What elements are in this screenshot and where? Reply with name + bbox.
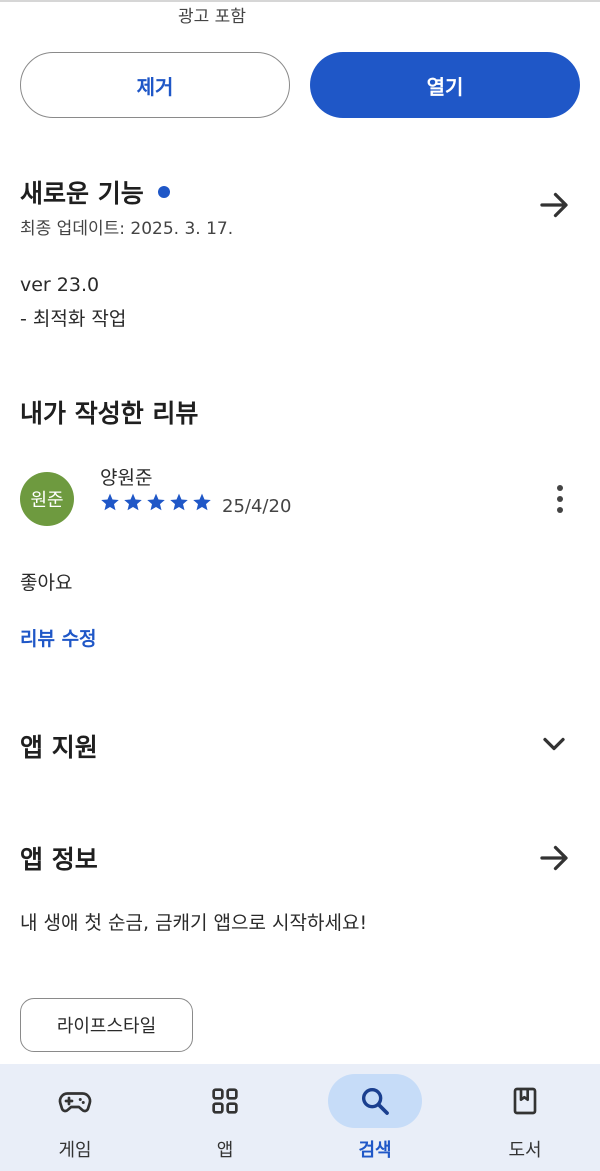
nav-label: 게임 — [58, 1140, 92, 1161]
release-note-line: ver 23.0 — [20, 274, 100, 296]
release-note-line: - 최적화 작업 — [20, 308, 127, 330]
app-description: 내 생애 첫 순금, 금캐기 앱으로 시작하세요! — [20, 912, 368, 934]
my-review-title: 내가 작성한 리뷰 — [20, 399, 199, 428]
top-divider — [0, 0, 600, 2]
bottom-navigation: 게임 앱 검색 도서 — [0, 1064, 600, 1171]
new-indicator-dot — [157, 186, 170, 198]
reviewer-name: 양원준 — [100, 467, 153, 489]
chevron-down-icon[interactable] — [536, 726, 572, 762]
apps-grid-icon — [212, 1088, 238, 1114]
release-notes: ver 23.0 - 최적화 작업 — [20, 268, 126, 336]
app-support-title[interactable]: 앱 지원 — [20, 728, 98, 764]
edit-review-link[interactable]: 리뷰 수정 — [20, 624, 97, 651]
whats-new-header[interactable]: 새로운 기능 — [20, 174, 170, 210]
nav-item-search[interactable]: 검색 — [300, 1064, 450, 1171]
action-buttons: 제거 열기 — [20, 52, 580, 118]
book-icon — [513, 1087, 537, 1115]
last-updated: 최종 업데이트: 2025. 3. 17. — [20, 219, 234, 239]
ads-note: 광고 포함 — [178, 7, 246, 27]
star-icon — [124, 493, 142, 511]
star-rating — [100, 492, 212, 512]
review-text: 좋아요 — [20, 572, 73, 594]
avatar: 원준 — [20, 472, 74, 526]
remove-button[interactable]: 제거 — [20, 52, 290, 118]
arrow-right-icon[interactable] — [536, 187, 572, 223]
app-info-title[interactable]: 앱 정보 — [20, 840, 98, 876]
review-date: 25/4/20 — [222, 496, 292, 517]
gamepad-icon — [58, 1092, 92, 1113]
nav-label: 도서 — [508, 1140, 542, 1161]
nav-label: 앱 — [216, 1140, 234, 1161]
category-chip[interactable]: 라이프스타일 — [20, 998, 193, 1052]
star-icon — [147, 493, 165, 511]
nav-label: 검색 — [358, 1140, 392, 1161]
star-icon — [193, 493, 211, 511]
whats-new-title: 새로운 기능 — [20, 179, 144, 208]
open-button[interactable]: 열기 — [310, 52, 580, 118]
arrow-right-icon[interactable] — [536, 840, 572, 876]
search-icon — [361, 1087, 389, 1115]
more-options-icon[interactable] — [550, 482, 570, 516]
nav-item-games[interactable]: 게임 — [0, 1064, 150, 1171]
star-icon — [101, 493, 119, 511]
nav-item-apps[interactable]: 앱 — [150, 1064, 300, 1171]
star-icon — [170, 493, 188, 511]
nav-item-books[interactable]: 도서 — [450, 1064, 600, 1171]
